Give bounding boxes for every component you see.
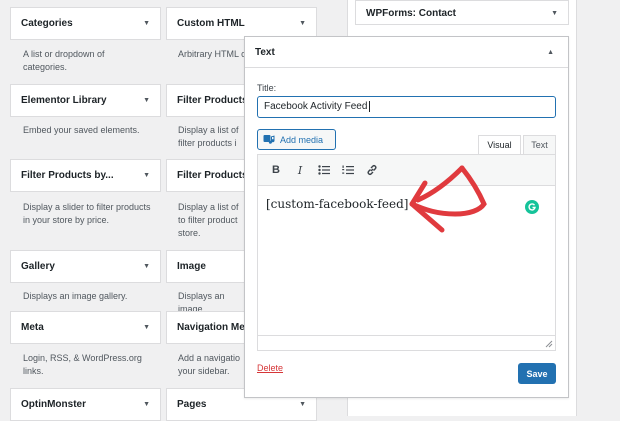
caret-down-icon: ▼: [299, 400, 306, 408]
title-input[interactable]: Facebook Activity Feed: [257, 96, 556, 118]
widget-desc: A list or dropdown of categories.: [23, 49, 105, 72]
bold-icon: B: [272, 164, 280, 176]
widget-gallery[interactable]: Gallery ▼: [10, 250, 161, 283]
visual-editor[interactable]: B I [custom-facebook-feed]: [257, 154, 556, 351]
caret-down-icon: ▼: [143, 262, 150, 270]
tab-visual[interactable]: Visual: [478, 135, 521, 155]
bulleted-list-icon: [318, 165, 330, 175]
editor-resize-bar: [258, 335, 555, 350]
caret-down-icon: ▼: [299, 19, 306, 27]
media-icon: [263, 134, 275, 144]
widget-meta[interactable]: Meta ▼: [10, 311, 161, 344]
widget-desc: Display a list of filter products i: [178, 125, 239, 148]
caret-down-icon: ▼: [551, 9, 558, 17]
widget-name: Filter Products: [177, 169, 248, 181]
numbered-list-button[interactable]: [336, 158, 360, 182]
link-icon: [367, 165, 377, 175]
caret-down-icon: ▼: [143, 323, 150, 331]
link-button[interactable]: [360, 158, 384, 182]
numbered-list-icon: [342, 165, 354, 175]
caret-down-icon: ▼: [143, 96, 150, 104]
title-input-value: Facebook Activity Feed: [264, 101, 368, 112]
text-widget-panel: Text ▲ Title: Facebook Activity Feed Add…: [244, 36, 569, 398]
widget-filter-products-by-price[interactable]: Filter Products by... ▼: [10, 159, 161, 192]
editor-content[interactable]: [custom-facebook-feed]: [266, 197, 408, 211]
text-widget-header[interactable]: Text ▲: [245, 37, 568, 68]
caret-down-icon: ▼: [143, 400, 150, 408]
text-widget-title: Text: [255, 46, 275, 58]
widget-name: Meta: [21, 321, 44, 333]
text-cursor: [369, 100, 371, 112]
widget-name: Filter Products: [177, 94, 248, 106]
caret-down-icon: ▼: [143, 171, 150, 179]
widget-name: Categories: [21, 17, 73, 29]
save-button[interactable]: Save: [518, 363, 556, 384]
title-label: Title:: [257, 83, 277, 93]
italic-button[interactable]: I: [288, 158, 312, 182]
widget-desc: Login, RSS, & WordPress.org links.: [23, 353, 142, 376]
widget-desc: Displays an image gallery.: [23, 291, 128, 301]
delete-link[interactable]: Delete: [257, 363, 283, 373]
widget-name: Gallery: [21, 260, 55, 272]
widget-desc: Display a list of to filter product stor…: [178, 202, 239, 238]
widget-desc: Display a slider to filter prod­ucts in …: [23, 202, 151, 225]
caret-up-icon[interactable]: ▲: [547, 49, 554, 56]
tab-text[interactable]: Text: [523, 135, 556, 155]
widget-name: Custom HTML: [177, 17, 245, 29]
widget-desc: Add a navigatio your sidebar.: [178, 353, 241, 376]
grammarly-icon[interactable]: [525, 200, 539, 214]
add-media-button[interactable]: Add media: [257, 129, 336, 150]
widget-categories[interactable]: Categories ▼: [10, 7, 161, 40]
resize-handle-icon[interactable]: [545, 340, 553, 348]
editor-toolbar: B I: [258, 155, 555, 186]
widget-name: WPForms: Contact: [366, 7, 456, 19]
widget-name: OptinMonster: [21, 398, 86, 410]
widget-wpforms-contact[interactable]: WPForms: Contact ▼: [355, 0, 569, 25]
widget-elementor-library[interactable]: Elementor Library ▼: [10, 84, 161, 117]
widget-name: Image: [177, 260, 206, 272]
widget-name: Navigation Me: [177, 321, 245, 333]
add-media-label: Add media: [280, 134, 324, 145]
widget-desc: Embed your saved elements.: [23, 125, 140, 135]
bold-button[interactable]: B: [264, 158, 288, 182]
caret-down-icon: ▼: [143, 19, 150, 27]
widget-name: Elementor Library: [21, 94, 107, 106]
bulleted-list-button[interactable]: [312, 158, 336, 182]
widget-name: Pages: [177, 398, 207, 410]
widget-name: Filter Products by...: [21, 169, 114, 181]
italic-icon: I: [297, 163, 303, 177]
widget-optinmonster[interactable]: OptinMonster ▼: [10, 388, 161, 421]
